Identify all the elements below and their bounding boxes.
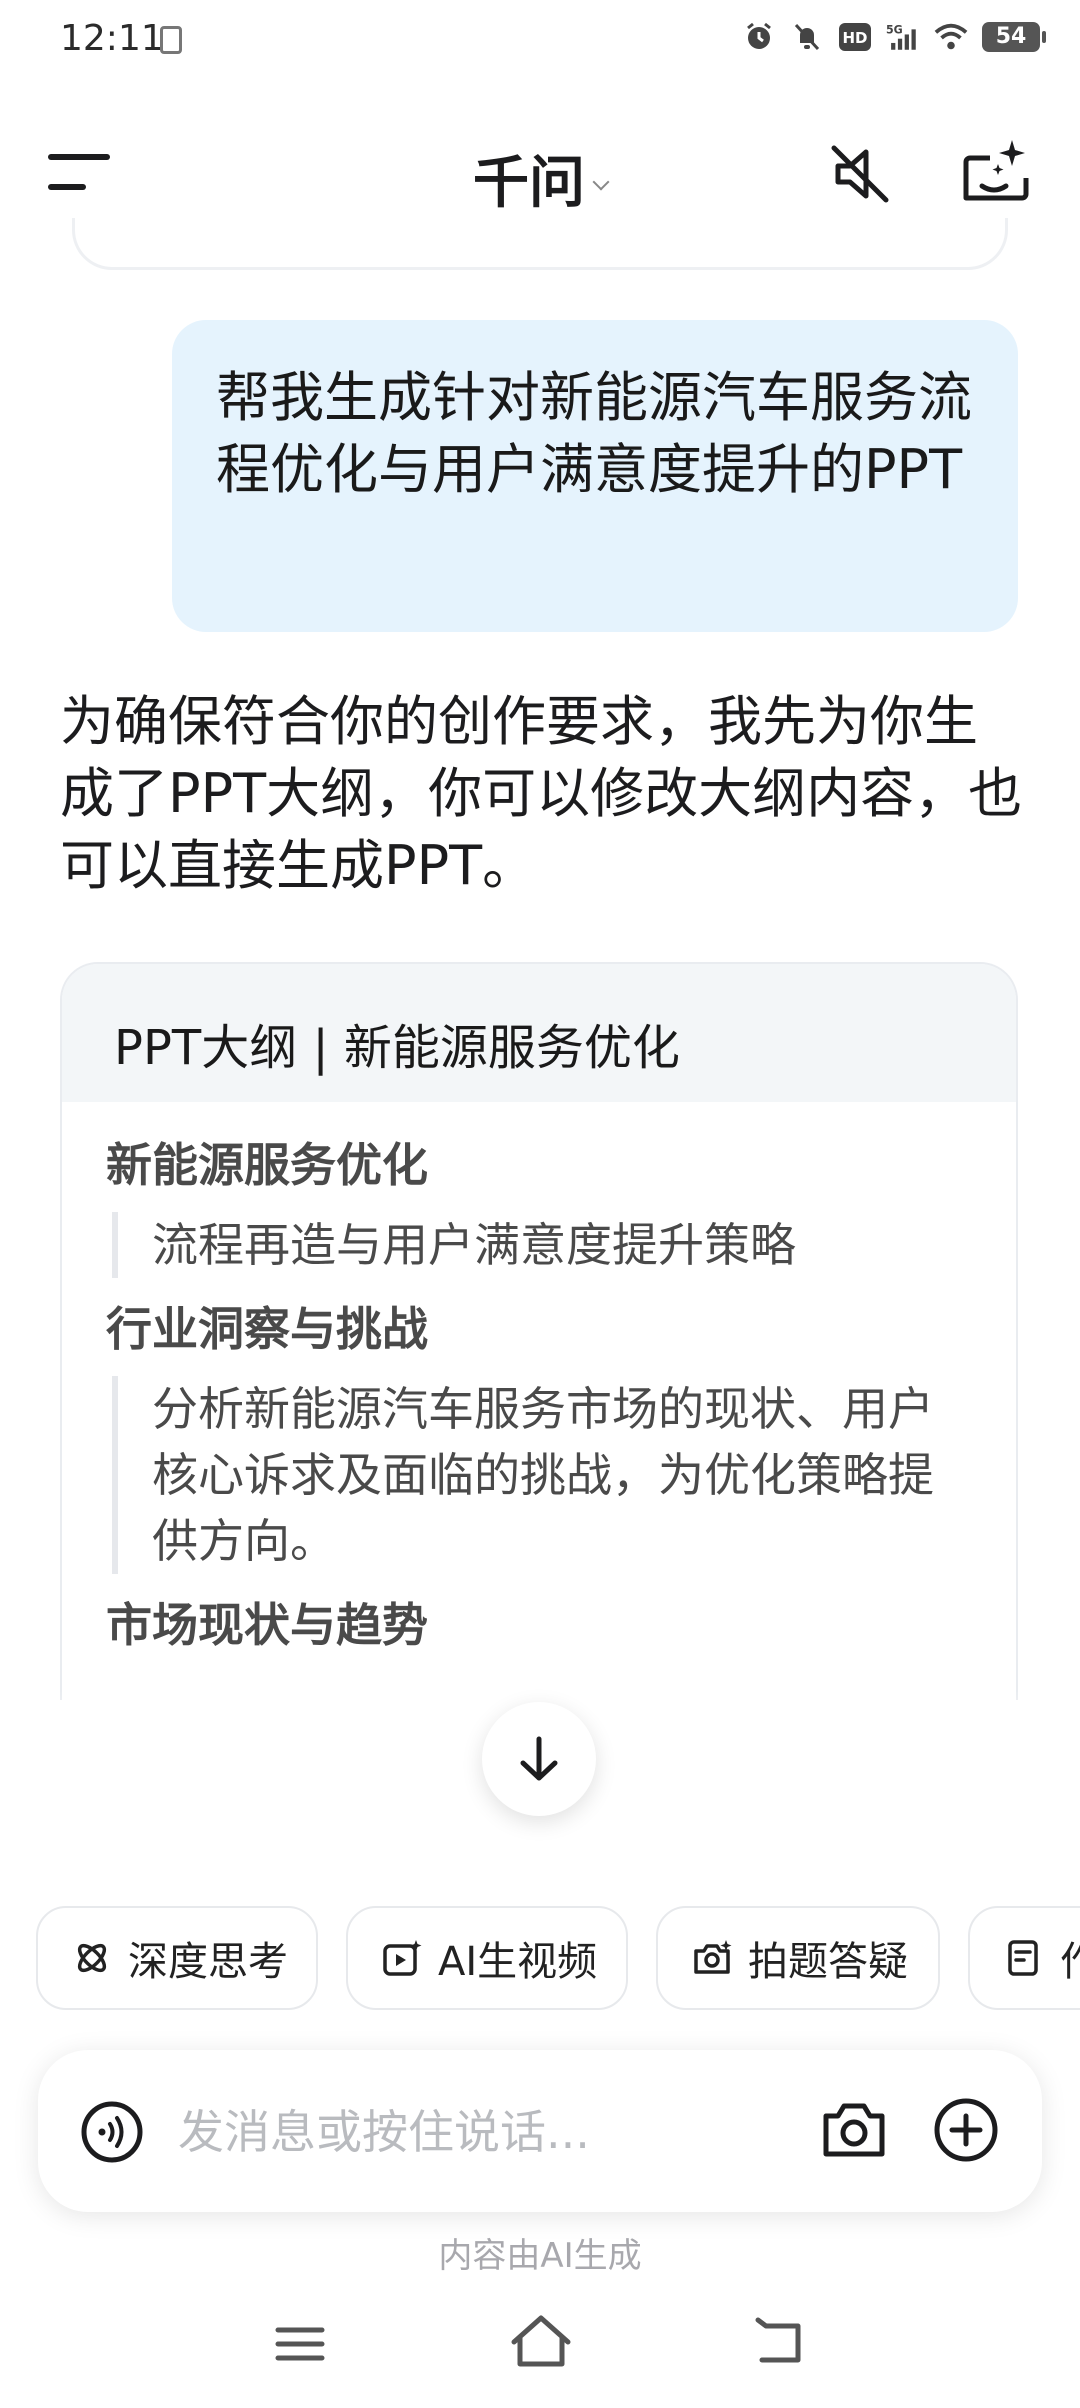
battery-icon: 54 <box>982 22 1046 52</box>
previous-message-card-edge <box>72 218 1008 270</box>
chip-label: AI生视频 <box>438 1939 598 1985</box>
voice-button[interactable] <box>80 2100 144 2164</box>
wifi-icon <box>934 20 968 54</box>
sparkle-chat-icon <box>963 140 1029 201</box>
outline-section-desc: 分析新能源汽车服务市场的现状、用户核心诉求及面临的挑战，为优化策略提供方向。 <box>112 1376 972 1574</box>
speaker-muted-icon <box>831 145 889 203</box>
ai-disclaimer: 内容由AI生成 <box>438 2236 642 2276</box>
plus-circle-icon <box>934 2098 998 2162</box>
app-title: 千问 <box>473 151 585 216</box>
camera-icon <box>823 2103 885 2157</box>
nav-recent-apps-button[interactable] <box>274 2324 326 2364</box>
hd-icon: HD <box>838 20 872 54</box>
arrow-down-icon <box>520 1736 558 1781</box>
outline-section-title: 新能源服务优化 <box>106 1138 428 1192</box>
chevron-down-icon <box>592 173 610 191</box>
new-chat-button[interactable] <box>960 136 1032 206</box>
alarm-icon <box>742 20 776 54</box>
photo-question-icon <box>694 1940 732 1974</box>
mute-button[interactable] <box>828 142 892 206</box>
add-button[interactable] <box>932 2096 1000 2164</box>
chip-deep-think[interactable]: 深度思考 <box>36 1906 318 2010</box>
home-icon <box>511 2315 571 2367</box>
nav-back-button[interactable] <box>752 2316 808 2368</box>
outline-header: PPT大纲 | 新能源服务优化 <box>62 964 1016 1102</box>
chip-label: 作 <box>1060 1929 1080 1987</box>
ppt-outline-card[interactable]: PPT大纲 | 新能源服务优化 新能源服务优化 流程再造与用户满意度提升策略 行… <box>60 962 1018 1700</box>
quick-action-chips: 深度思考 AI生视频 拍题答疑 作 <box>36 1906 1080 2014</box>
status-bar: 12:11 HD 5G 54 <box>0 0 1080 84</box>
status-icons: HD 5G 54 <box>742 20 1046 54</box>
voice-wave-icon <box>81 2101 143 2163</box>
message-input[interactable]: 发消息或按住说话... <box>178 2100 590 2164</box>
chip-photo-question[interactable]: 拍题答疑 <box>656 1906 940 2010</box>
chip-ai-video[interactable]: AI生视频 <box>346 1906 628 2010</box>
status-time: 12:11 <box>60 18 164 59</box>
chip-writing[interactable]: 作 <box>968 1906 1080 2010</box>
network-label: 5G <box>886 24 903 37</box>
signal-5g-icon: 5G <box>886 20 920 54</box>
chip-label: 深度思考 <box>128 1939 288 1985</box>
model-selector[interactable]: 千问 <box>0 138 1080 219</box>
outline-section-title: 市场现状与趋势 <box>106 1598 428 1652</box>
nav-home-button[interactable] <box>508 2312 574 2372</box>
outline-section-desc: 流程再造与用户满意度提升策略 <box>112 1212 972 1278</box>
hd-label: HD <box>842 29 867 47</box>
scroll-to-bottom-button[interactable] <box>482 1702 596 1816</box>
deep-think-icon <box>77 1943 107 1973</box>
ai-reply-text: 为确保符合你的创作要求，我先为你生成了PPT大纲，你可以修改大纲内容，也可以直接… <box>60 690 1023 897</box>
chip-label: 拍题答疑 <box>748 1939 908 1985</box>
user-message-bubble[interactable]: 帮我生成针对新能源汽车服务流程优化与用户满意度提升的PPT <box>172 320 1018 632</box>
writing-icon <box>1008 1940 1038 1976</box>
ai-video-icon <box>383 1940 422 1976</box>
note-icon <box>160 26 182 54</box>
message-input-bar: 发消息或按住说话... <box>38 2050 1042 2212</box>
recent-apps-icon <box>275 2327 325 2361</box>
outline-section-title: 行业洞察与挑战 <box>106 1302 428 1356</box>
back-icon <box>755 2317 801 2363</box>
outline-body: 新能源服务优化 流程再造与用户满意度提升策略 行业洞察与挑战 分析新能源汽车服务… <box>62 1102 1016 1658</box>
mute-bell-icon <box>790 20 824 54</box>
user-message-text: 帮我生成针对新能源汽车服务流程优化与用户满意度提升的PPT <box>216 366 972 501</box>
camera-button[interactable] <box>820 2098 888 2162</box>
